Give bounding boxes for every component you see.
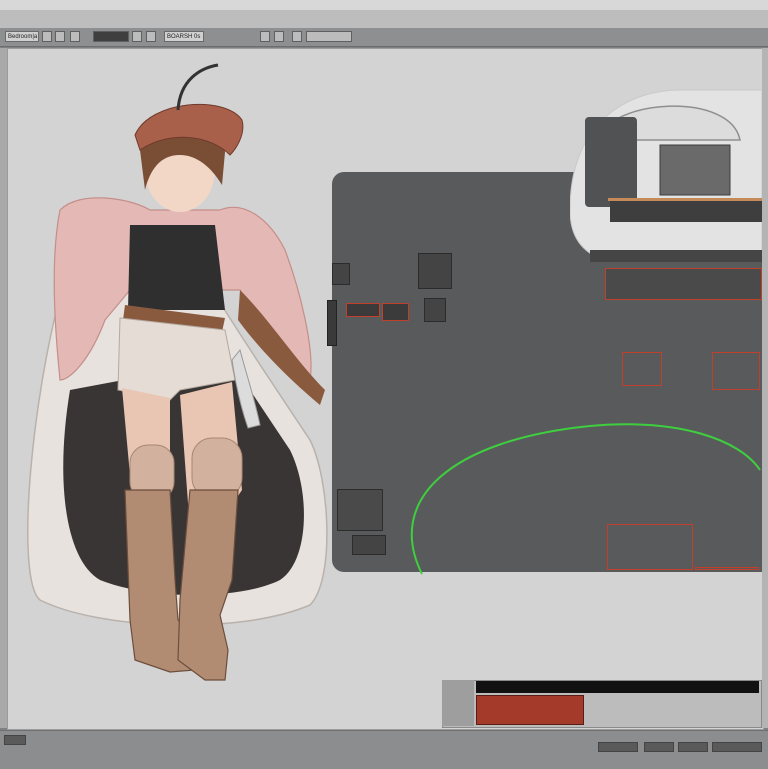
bottom-widget-header	[476, 681, 759, 693]
bottom-widget-red-panel[interactable]	[476, 695, 584, 725]
toolbar-button-5[interactable]	[146, 31, 156, 42]
panel-small-box-3[interactable]	[424, 298, 446, 322]
toolbar-tab-2[interactable]: BOARSH 0s	[164, 31, 204, 42]
toolbar-button-4[interactable]	[132, 31, 142, 42]
panel-small-box-2[interactable]	[418, 253, 452, 289]
toolbar-button-6[interactable]	[260, 31, 270, 42]
toolbar-field-2[interactable]	[306, 31, 352, 42]
right-scrollbar[interactable]	[762, 48, 768, 728]
bottom-widget-sidebar	[442, 680, 474, 726]
status-tab-e[interactable]	[712, 742, 762, 752]
toolbar-button-2[interactable]	[55, 31, 65, 42]
panel-red-chip-2[interactable]	[382, 303, 409, 321]
green-arc-icon	[410, 423, 761, 575]
toolbar-button-7[interactable]	[274, 31, 284, 42]
right-boot	[177, 489, 239, 681]
toolbar-button-1[interactable]	[42, 31, 52, 42]
status-tab-c[interactable]	[644, 742, 674, 752]
panel-side-slot[interactable]	[327, 300, 337, 346]
torso	[128, 225, 225, 310]
hat-antenna	[176, 63, 219, 111]
status-tab-a[interactable]	[4, 735, 26, 745]
left-rail	[0, 48, 7, 728]
status-tab-b[interactable]	[598, 742, 638, 752]
toolbar-field[interactable]	[93, 31, 129, 42]
dome-object	[570, 89, 762, 262]
panel-red-box-3[interactable]	[622, 352, 662, 386]
toolbar-tab-file[interactable]: Bedroom|a	[5, 31, 39, 42]
panel-red-bar[interactable]	[605, 268, 762, 300]
character-illustration	[27, 63, 328, 681]
status-tab-d[interactable]	[678, 742, 708, 752]
toolbar-button-3[interactable]	[70, 31, 80, 42]
panel-red-chip-1[interactable]	[346, 303, 380, 317]
right-knee-pad	[191, 437, 243, 499]
toolbar-button-8[interactable]	[292, 31, 302, 42]
top-title-strip	[0, 0, 768, 10]
menu-bar	[0, 10, 768, 29]
panel-red-box-4[interactable]	[712, 352, 760, 390]
panel-small-box-1[interactable]	[332, 263, 350, 285]
